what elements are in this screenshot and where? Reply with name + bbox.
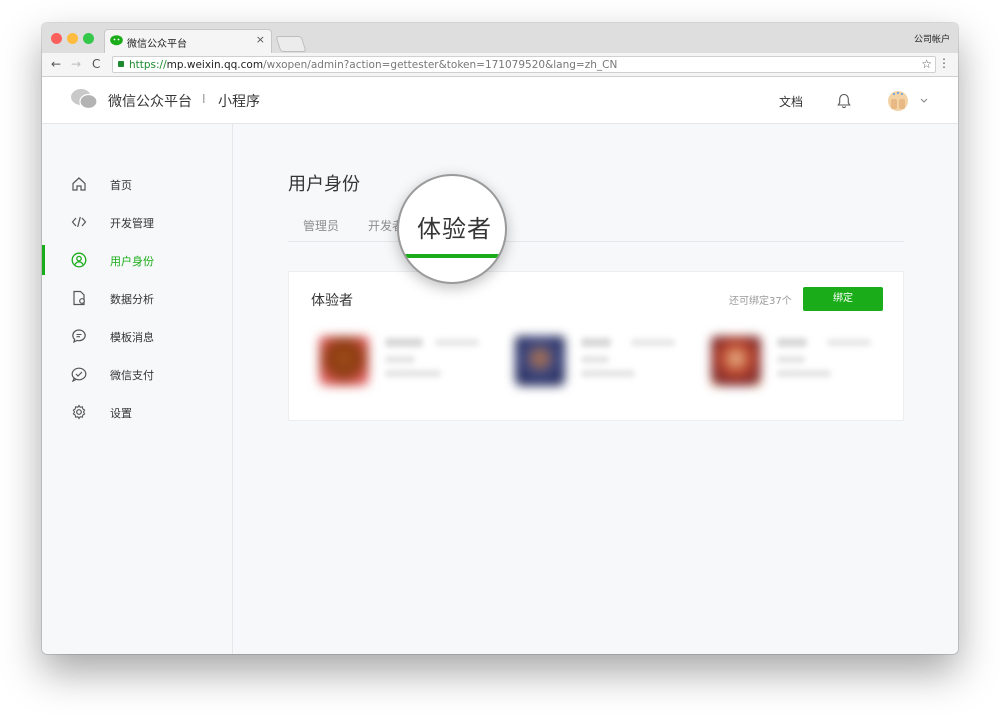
browser-tab[interactable]: 微信公众平台 ×: [104, 29, 272, 53]
tab-testers-magnifier[interactable]: 体验者: [397, 174, 507, 284]
gear-icon: [72, 404, 86, 420]
avatar[interactable]: [887, 90, 909, 112]
url-path: /wxopen/admin?action=gettester&token=171…: [263, 59, 618, 71]
url-text: https://mp.weixin.qq.com/wxopen/admin?ac…: [129, 59, 617, 71]
browser-window: 微信公众平台 × 公司帐户 ← → C https://mp.weixin.qq…: [42, 23, 958, 654]
avatar: [515, 336, 565, 386]
sidebar-item-settings[interactable]: 设置: [42, 397, 232, 427]
tester-item: [703, 330, 875, 392]
chevron-down-icon[interactable]: [920, 98, 928, 104]
sidebar-item-dev-management[interactable]: 开发管理: [42, 207, 232, 237]
wechat-logo-icon: [71, 89, 98, 110]
url-scheme: https://: [129, 59, 167, 71]
tabs-divider: [288, 241, 904, 242]
tester-item: [311, 330, 483, 392]
reload-icon[interactable]: C: [92, 57, 100, 71]
header-divider: I: [202, 92, 206, 106]
tester-name-blurred: [777, 338, 807, 347]
avatar: [319, 336, 369, 386]
wechat-favicon-icon: [110, 35, 123, 46]
sidebar-item-label: 设置: [110, 407, 132, 420]
active-tab-indicator: [403, 254, 503, 258]
sidebar-item-label: 数据分析: [110, 293, 154, 306]
close-window-button[interactable]: [51, 33, 62, 44]
url-host: mp.weixin.qq.com: [166, 59, 264, 71]
tester-info-blurred: [385, 370, 441, 377]
docs-link[interactable]: 文档: [779, 93, 803, 110]
tab-close-icon[interactable]: ×: [256, 33, 265, 46]
sidebar-item-home[interactable]: 首页: [42, 169, 232, 199]
sidebar-item-label: 开发管理: [110, 217, 154, 230]
sidebar-item-label: 首页: [110, 179, 132, 192]
bind-button[interactable]: 绑定: [803, 287, 883, 311]
browser-titlebar: 微信公众平台 × 公司帐户: [42, 23, 958, 53]
bookmark-star-icon[interactable]: ☆: [921, 57, 932, 71]
code-icon: [71, 216, 87, 228]
tester-card: 体验者 还可绑定37个 绑定: [288, 271, 904, 421]
sidebar-item-label: 用户身份: [110, 255, 154, 268]
header-title: 微信公众平台: [108, 94, 192, 110]
address-bar: ← → C https://mp.weixin.qq.com/wxopen/ad…: [42, 53, 958, 77]
tester-name-blurred: [385, 338, 423, 347]
home-icon: [72, 177, 86, 191]
browser-menu-icon[interactable]: ⋮: [938, 56, 950, 70]
page-title: 用户身份: [288, 174, 360, 195]
avatar: [711, 336, 761, 386]
sidebar-item-label: 微信支付: [110, 369, 154, 382]
tester-name-blurred: [581, 338, 611, 347]
tab-title: 微信公众平台: [127, 39, 187, 50]
user-circle-icon: [71, 252, 87, 268]
tester-info-blurred: [581, 370, 635, 377]
minimize-window-button[interactable]: [67, 33, 78, 44]
tester-info-blurred: [581, 356, 609, 363]
tab-admins[interactable]: 管理员: [303, 217, 339, 234]
lock-icon: [118, 61, 124, 67]
tester-action-blurred: [435, 339, 479, 346]
bind-quota-hint: 还可绑定37个: [729, 296, 792, 307]
sidebar: 首页 开发管理 用户身份 数据分析 模板消息 微信支付 设置: [42, 124, 233, 654]
message-icon: [72, 329, 86, 344]
forward-icon[interactable]: →: [71, 57, 81, 71]
document-chart-icon: [73, 290, 85, 306]
card-title: 体验者: [311, 293, 353, 309]
sidebar-item-data-analysis[interactable]: 数据分析: [42, 283, 232, 313]
sidebar-item-user-identity[interactable]: 用户身份: [42, 245, 232, 275]
payment-icon: [71, 367, 87, 382]
tester-info-blurred: [385, 356, 415, 363]
tester-action-blurred: [827, 339, 871, 346]
tester-info-blurred: [777, 356, 805, 363]
tester-action-blurred: [631, 339, 675, 346]
app-header: 微信公众平台 I 小程序 文档: [42, 77, 958, 124]
tester-item: [507, 330, 679, 392]
sidebar-item-template-message[interactable]: 模板消息: [42, 321, 232, 351]
sidebar-item-wechat-pay[interactable]: 微信支付: [42, 359, 232, 389]
zoom-window-button[interactable]: [83, 33, 94, 44]
sidebar-item-label: 模板消息: [110, 331, 154, 344]
back-icon[interactable]: ←: [51, 57, 61, 71]
new-tab-button[interactable]: [275, 36, 307, 52]
tester-info-blurred: [777, 370, 831, 377]
url-input[interactable]: https://mp.weixin.qq.com/wxopen/admin?ac…: [112, 56, 936, 73]
bell-icon[interactable]: [837, 93, 851, 109]
header-subtitle: 小程序: [218, 94, 260, 110]
account-label[interactable]: 公司帐户: [914, 32, 950, 45]
tab-testers[interactable]: 体验者: [417, 209, 492, 244]
